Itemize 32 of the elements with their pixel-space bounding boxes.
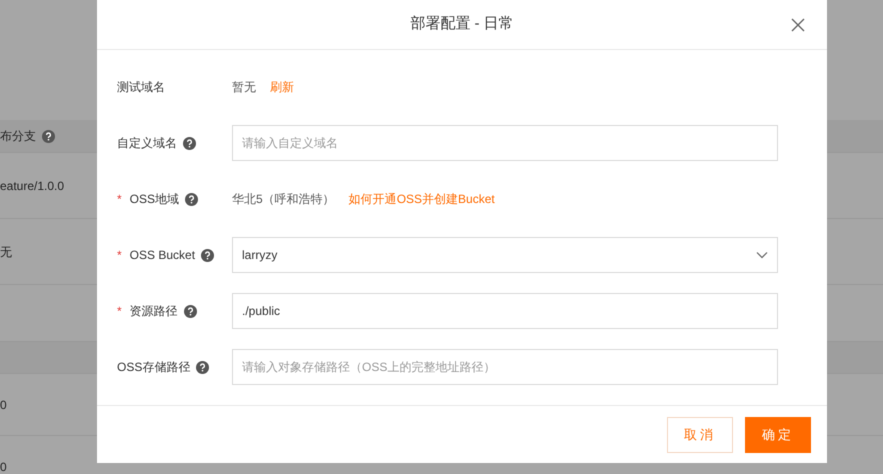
help-icon: [185, 192, 198, 206]
help-icon: [184, 304, 197, 318]
close-icon[interactable]: [791, 18, 805, 32]
cancel-button[interactable]: 取消: [667, 416, 733, 452]
table-cell-text: 无: [0, 244, 12, 260]
table-cell-text: 0: [0, 458, 7, 474]
field-value: 华北5（呼和浩特）: [232, 191, 335, 208]
required-mark: *: [117, 191, 122, 208]
field-label: OSS地域: [130, 191, 180, 208]
field-label: 资源路径: [130, 303, 178, 320]
field-label: OSS存储路径: [117, 359, 190, 376]
field-label: 自定义域名: [117, 135, 177, 152]
field-label: 测试域名: [117, 79, 165, 96]
select-field[interactable]: larryzy: [232, 237, 778, 273]
help-icon: [183, 136, 196, 150]
field-link[interactable]: 刷新: [270, 78, 294, 96]
field-label: OSS Bucket: [130, 247, 196, 264]
help-icon: [196, 360, 210, 374]
required-mark: *: [117, 247, 122, 264]
chevron-down-icon: [756, 251, 768, 259]
required-mark: *: [117, 303, 122, 320]
help-icon: [42, 130, 55, 142]
dialog-title: 部署配置 - 日常: [410, 14, 514, 34]
confirm-button[interactable]: 确定: [745, 416, 811, 452]
input-field[interactable]: ./public: [232, 293, 778, 329]
input-field[interactable]: 请输入对象存储路径（OSS上的完整地址路径）: [232, 349, 778, 385]
table-cell-text: 0: [0, 396, 7, 414]
field-link[interactable]: 如何开通OSS并创建Bucket: [348, 190, 495, 208]
table-cell-text: eature/1.0.0: [0, 178, 64, 194]
field-value: 暂无: [232, 79, 256, 96]
input-field[interactable]: 请输入自定义域名: [232, 125, 778, 161]
help-icon: [201, 248, 214, 262]
